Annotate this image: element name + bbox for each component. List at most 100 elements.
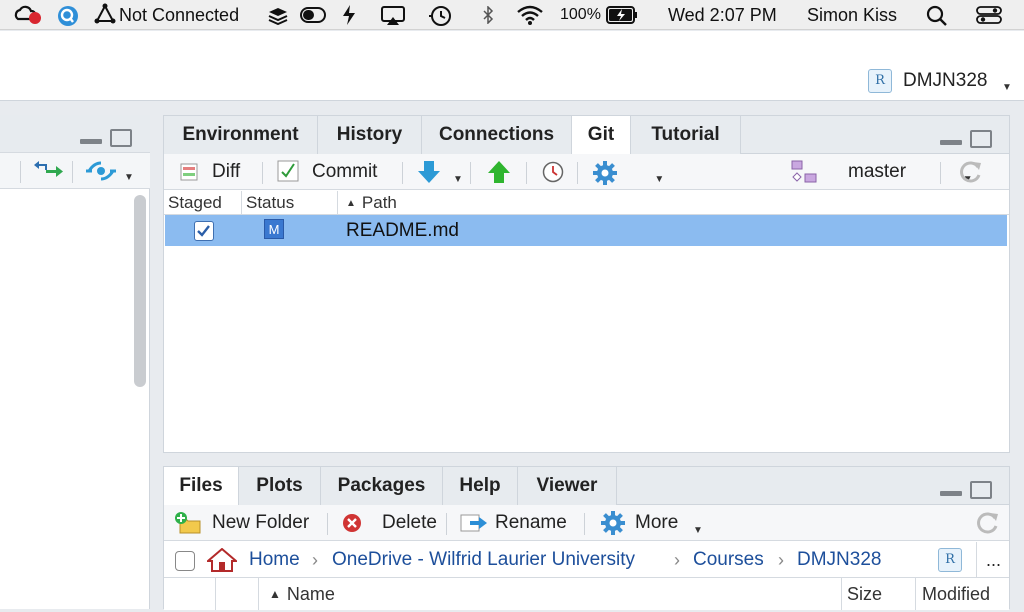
creative-cloud-icon[interactable] (12, 5, 42, 25)
column-status[interactable]: Status (242, 191, 338, 215)
staged-checkbox[interactable] (194, 221, 214, 241)
diff-icon (180, 163, 198, 181)
toolbar-separator (470, 162, 471, 184)
column-modified[interactable]: Modified (916, 578, 1009, 610)
minimize-pane-button[interactable] (80, 139, 102, 144)
menu-bar: Not Connected 100% Wed 2:07 PM Simon Kis… (0, 0, 1024, 30)
new-folder-button[interactable]: New Folder (212, 505, 309, 541)
column-select (164, 578, 216, 610)
column-path-header[interactable]: ▲ Path (338, 191, 1008, 215)
tab-viewer[interactable]: Viewer (518, 467, 617, 505)
pull-menu-caret[interactable]: ▼ (453, 174, 463, 185)
bolt-icon[interactable] (340, 4, 358, 26)
tab-connections[interactable]: Connections (422, 116, 572, 154)
delete-button[interactable]: Delete (382, 505, 437, 541)
network-icon[interactable] (94, 3, 116, 25)
maximize-pane-button[interactable] (110, 129, 132, 147)
column-path: Path (361, 193, 397, 212)
tab-packages[interactable]: Packages (321, 467, 443, 505)
toolbar-separator (72, 161, 73, 183)
r-project-icon: R (868, 69, 892, 93)
toggle-icon[interactable] (300, 7, 326, 23)
airplay-icon[interactable] (380, 5, 406, 27)
breadcrumb-chevron-icon: › (778, 550, 784, 570)
left-pane-toolbar: ▼ (0, 153, 150, 189)
stack-icon[interactable] (266, 5, 290, 25)
rename-button[interactable]: Rename (495, 505, 567, 541)
sort-asc-icon: ▲ (346, 198, 356, 209)
history-clock-icon[interactable] (542, 161, 564, 183)
more-path-button[interactable]: ... (986, 542, 1001, 578)
table-row[interactable]: M README.md (165, 215, 1007, 246)
maximize-pane-button[interactable] (970, 481, 992, 499)
commit-button[interactable]: Commit (312, 154, 377, 190)
toolbar-separator (402, 162, 403, 184)
time-machine-icon[interactable] (428, 5, 452, 27)
select-all-checkbox[interactable] (175, 551, 195, 571)
r-project-folder-icon[interactable]: R (938, 548, 962, 572)
breadcrumb-courses[interactable]: Courses (693, 542, 764, 578)
gear-menu-caret[interactable]: ▼ (654, 174, 664, 185)
menubar-clock[interactable]: Wed 2:07 PM (668, 0, 777, 30)
breadcrumb-chevron-icon: › (312, 550, 318, 570)
breadcrumb-project[interactable]: DMJN328 (797, 542, 881, 578)
delete-icon (343, 514, 361, 532)
toolbar-separator (446, 513, 447, 535)
breadcrumb: Home › OneDrive - Wilfrid Laurier Univer… (164, 542, 1009, 578)
minimize-pane-button[interactable] (940, 140, 962, 145)
tab-plots[interactable]: Plots (239, 467, 321, 505)
column-name-header[interactable]: ▲ Name (259, 578, 842, 610)
branch-icon[interactable] (790, 159, 818, 185)
tab-files[interactable]: Files (164, 467, 239, 506)
column-type (216, 578, 259, 610)
files-pane-tabstrip: Files Plots Packages Help Viewer (164, 467, 1009, 506)
battery-charging-icon[interactable] (606, 6, 638, 24)
push-arrow-icon[interactable] (487, 160, 511, 184)
compile-menu-caret[interactable]: ▼ (124, 172, 134, 183)
wifi-icon[interactable] (516, 4, 544, 26)
project-name[interactable]: DMJN328 (903, 69, 987, 93)
tab-tutorial[interactable]: Tutorial (631, 116, 741, 154)
modified-status-badge: M (264, 219, 284, 239)
gear-icon[interactable] (592, 160, 618, 186)
rename-icon (460, 514, 487, 532)
project-menu-caret[interactable]: ▼ (1002, 82, 1012, 93)
home-icon[interactable] (207, 548, 237, 572)
column-size[interactable]: Size (842, 578, 916, 610)
breadcrumb-onedrive[interactable]: OneDrive - Wilfrid Laurier University (332, 542, 635, 578)
tab-help[interactable]: Help (443, 467, 518, 505)
tab-environment[interactable]: Environment (164, 116, 318, 154)
battery-percent: 100% (560, 6, 601, 23)
column-staged[interactable]: Staged (164, 191, 242, 215)
network-status[interactable]: Not Connected (119, 0, 239, 30)
menubar-user[interactable]: Simon Kiss (807, 0, 897, 30)
control-center-icon[interactable] (976, 6, 1002, 24)
more-button[interactable]: More (635, 505, 678, 541)
scrollbar-thumb[interactable] (134, 195, 146, 387)
source-run-icon[interactable] (32, 161, 64, 181)
compile-icon[interactable] (86, 161, 116, 181)
toolbar-separator (20, 161, 21, 183)
diff-button[interactable]: Diff (212, 154, 240, 190)
refresh-files-icon[interactable] (974, 510, 1000, 536)
breadcrumb-home[interactable]: Home (249, 542, 300, 578)
maximize-pane-button[interactable] (970, 130, 992, 148)
breadcrumb-divider (976, 542, 977, 578)
tab-git[interactable]: Git (572, 116, 631, 155)
git-pane: Environment History Connections Git Tuto… (163, 115, 1010, 453)
minimize-pane-button[interactable] (940, 491, 962, 496)
bluetooth-icon[interactable] (482, 6, 494, 24)
column-name: Name (286, 584, 335, 604)
tab-history[interactable]: History (318, 116, 422, 154)
refresh-icon[interactable] (957, 159, 983, 185)
pull-arrow-icon[interactable] (417, 160, 441, 184)
search-q-icon[interactable] (56, 5, 80, 27)
branch-selector[interactable]: master (848, 154, 906, 190)
git-toolbar: Diff Commit ▼ ▼ master ▼ (164, 154, 1009, 190)
more-gear-icon (601, 511, 625, 535)
spotlight-icon[interactable] (926, 5, 948, 27)
toolbar-separator (940, 162, 941, 184)
more-menu-caret[interactable]: ▼ (693, 525, 703, 536)
new-folder-icon (175, 512, 201, 534)
left-pane-header (0, 115, 150, 153)
